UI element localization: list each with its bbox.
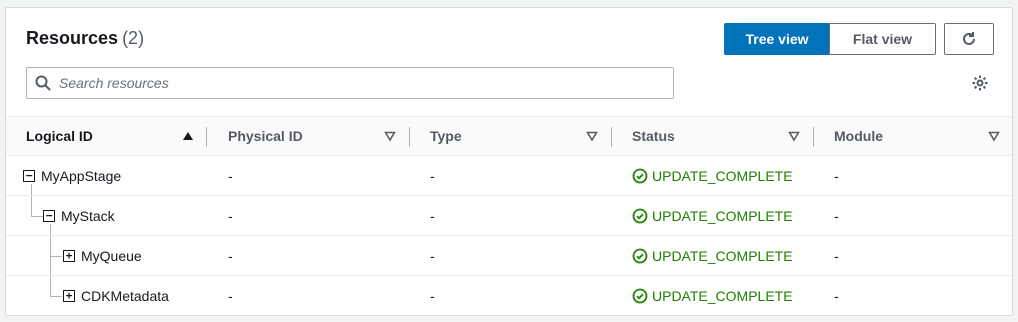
logical-id-cell: + CDKMetadata — [63, 276, 169, 316]
physical-id: - — [228, 168, 233, 184]
caret-down-outline-icon[interactable] — [988, 130, 1000, 142]
resource-count: (2) — [122, 28, 145, 48]
caret-up-filled-icon[interactable] — [182, 130, 194, 142]
flat-view-button[interactable]: Flat view — [829, 23, 936, 55]
column-header-module[interactable]: Module — [834, 117, 883, 155]
expand-toggle-icon[interactable]: + — [63, 290, 75, 302]
module: - — [834, 208, 839, 224]
column-divider[interactable] — [813, 127, 814, 147]
logical-id: CDKMetadata — [81, 288, 169, 304]
column-header-status[interactable]: Status — [632, 117, 675, 155]
type: - — [430, 288, 435, 304]
table-row[interactable]: + CDKMetadata - - UPDATE_COMPLETE - — [6, 276, 1012, 316]
column-header-type[interactable]: Type — [430, 117, 462, 155]
table-row[interactable]: − MyAppStage - - UPDATE_COMPLETE - — [6, 156, 1012, 196]
check-circle-icon — [632, 288, 648, 304]
logical-id: MyStack — [61, 208, 115, 224]
status-cell: UPDATE_COMPLETE — [632, 236, 793, 276]
type: - — [430, 248, 435, 264]
physical-id: - — [228, 288, 233, 304]
check-circle-icon — [632, 248, 648, 264]
panel-header: Resources (2) — [26, 28, 144, 49]
status-cell: UPDATE_COMPLETE — [632, 196, 793, 236]
status-cell: UPDATE_COMPLETE — [632, 156, 793, 196]
caret-down-outline-icon[interactable] — [384, 130, 396, 142]
column-header-physical-id[interactable]: Physical ID — [228, 117, 303, 155]
caret-down-outline-icon[interactable] — [788, 130, 800, 142]
module: - — [834, 248, 839, 264]
type: - — [430, 208, 435, 224]
search-input[interactable] — [59, 75, 659, 91]
logical-id-cell: + MyQueue — [63, 236, 142, 276]
collapse-toggle-icon[interactable]: − — [43, 210, 55, 222]
logical-id-cell: − MyStack — [43, 196, 115, 236]
check-circle-icon — [632, 208, 648, 224]
column-divider[interactable] — [611, 127, 612, 147]
search-icon — [27, 68, 59, 98]
physical-id: - — [228, 208, 233, 224]
tree-view-button[interactable]: Tree view — [724, 23, 830, 55]
logical-id-cell: − MyAppStage — [23, 156, 121, 196]
physical-id: - — [228, 248, 233, 264]
logical-id: MyQueue — [81, 248, 142, 264]
status-text: UPDATE_COMPLETE — [652, 168, 793, 184]
status-text: UPDATE_COMPLETE — [652, 208, 793, 224]
module: - — [834, 168, 839, 184]
column-divider[interactable] — [409, 127, 410, 147]
caret-down-outline-icon[interactable] — [586, 130, 598, 142]
column-header-logical-id[interactable]: Logical ID — [26, 117, 93, 155]
table-header: Logical ID Physical ID Type Status Modul… — [6, 116, 1012, 156]
resources-panel: Resources(2) Tree view Flat view Logical… — [5, 7, 1013, 316]
status-cell: UPDATE_COMPLETE — [632, 276, 793, 316]
status-text: UPDATE_COMPLETE — [652, 248, 793, 264]
gear-icon[interactable] — [971, 74, 989, 92]
search-field[interactable] — [26, 67, 674, 99]
table-row[interactable]: − MyStack - - UPDATE_COMPLETE - — [6, 196, 1012, 236]
refresh-icon — [963, 32, 975, 45]
column-divider[interactable] — [206, 127, 207, 147]
type: - — [430, 168, 435, 184]
module: - — [834, 288, 839, 304]
expand-toggle-icon[interactable]: + — [63, 250, 75, 262]
check-circle-icon — [632, 168, 648, 184]
logical-id: MyAppStage — [41, 168, 122, 184]
panel-title: Resources — [26, 28, 119, 48]
status-text: UPDATE_COMPLETE — [652, 288, 793, 304]
refresh-button[interactable] — [944, 23, 994, 55]
collapse-toggle-icon[interactable]: − — [23, 170, 35, 182]
table-row[interactable]: + MyQueue - - UPDATE_COMPLETE - — [6, 236, 1012, 276]
